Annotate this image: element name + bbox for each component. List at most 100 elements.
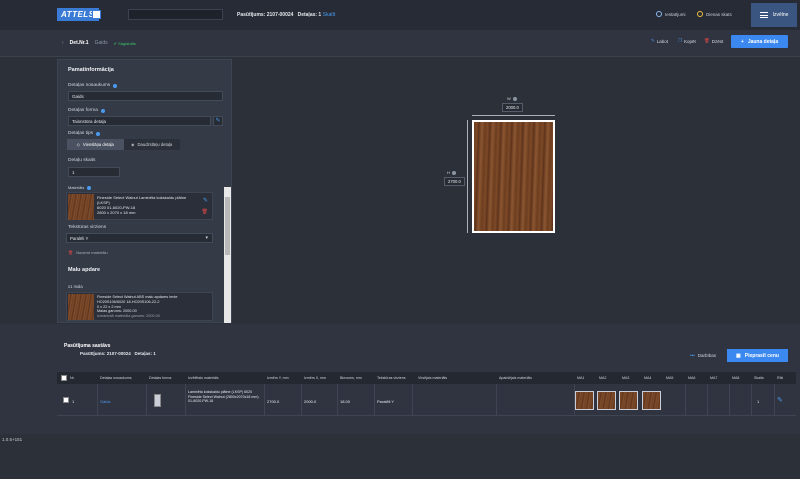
height-key: H	[447, 170, 456, 175]
day-view-label: Dienas skats	[706, 11, 732, 17]
edge-thumbnail	[68, 294, 94, 320]
hamburger-icon	[759, 12, 768, 18]
edit-row-icon[interactable]: ✎	[777, 396, 783, 404]
delete-material-icon[interactable]: 🗑	[202, 209, 208, 215]
col-ma5: MA5	[666, 376, 674, 380]
composition-title: Pasūtījuma sastāvs	[64, 343, 111, 349]
edit-form-icon[interactable]: ✎	[213, 116, 223, 126]
info-icon[interactable]	[100, 108, 105, 113]
edit-material-icon[interactable]: ✎	[203, 197, 208, 204]
info-icon[interactable]	[87, 185, 92, 190]
edge-card[interactable]: Fineside Select Walnut ABS malu apdares …	[66, 292, 213, 321]
logo-text: ATTELS	[61, 10, 95, 19]
copy-icon: ❐	[678, 38, 683, 43]
col-ma3: MA3	[622, 376, 630, 380]
form-label: Detaļas forma	[68, 108, 105, 113]
edge-side-label: x1 mala	[68, 284, 83, 289]
sun-icon	[697, 11, 703, 17]
select-all-checkbox[interactable]	[61, 375, 67, 381]
remove-material-link[interactable]: 🗑 Noņemt materiālu	[68, 250, 108, 255]
info-icon[interactable]	[96, 131, 101, 136]
breadcrumb-part: Gaids	[94, 40, 108, 46]
trash-icon: 🗑	[704, 38, 710, 43]
part-preview[interactable]	[472, 120, 555, 233]
pencil-icon: ✎	[651, 38, 655, 43]
layers-icon: ◈	[131, 142, 135, 147]
edge-text: Fineside Select Walnut ABS malu apdares …	[97, 295, 197, 319]
material-label-text: Materiāls	[68, 185, 85, 190]
col-tools: Rīki	[777, 376, 784, 380]
edge-ma2-thumbnail[interactable]	[597, 391, 616, 410]
day-view-button[interactable]: Dienas skats	[697, 11, 732, 17]
row-checkbox[interactable]	[63, 397, 69, 403]
col-divider	[185, 384, 186, 416]
delete-button[interactable]: 🗑 Dzēst	[704, 38, 723, 44]
edit-button[interactable]: ✎ Labot	[651, 38, 668, 44]
trash-icon: 🗑	[68, 250, 74, 255]
new-part-button[interactable]: + Jauna detaļa	[731, 35, 788, 48]
request-price-label: Pieprasīt cenu	[744, 352, 779, 359]
cell-nr: 1	[72, 399, 75, 404]
material-label: Materiāls	[68, 185, 92, 190]
material-size: 2800 x 2070 x 18 mm	[97, 210, 136, 215]
saved-status-label: Saglabāts	[118, 40, 136, 46]
copy-button[interactable]: ❐ Kopēt	[678, 38, 696, 44]
copy-label: Kopēt	[684, 38, 696, 44]
form-label-text: Detaļas forma	[68, 108, 98, 113]
col-divider	[707, 384, 708, 416]
col-divider	[374, 384, 375, 416]
chevron-down-icon: ▾	[205, 235, 208, 241]
col-form: Detaļas forma	[149, 376, 172, 380]
search-input[interactable]	[128, 9, 223, 20]
new-part-label: Jauna detaļa	[747, 38, 779, 45]
composition-sub: Pasūtījums: 2107-00024 Detaļas: 1	[80, 351, 156, 356]
part-name-input[interactable]: Gaids	[68, 91, 223, 101]
col-divider	[146, 384, 147, 416]
app-logo[interactable]: ATTELS	[57, 8, 101, 21]
type-label-text: Detaļas tips	[68, 131, 94, 136]
part-properties-panel: Pamatinformācija Detaļas nosaukums Gaids…	[57, 59, 232, 323]
part-count-input[interactable]: 1	[68, 167, 120, 177]
actions-dropdown[interactable]: ••• Darbības	[690, 353, 716, 358]
material-thumbnail	[68, 194, 94, 220]
col-divider	[264, 384, 265, 416]
height-dimension-line	[467, 120, 468, 233]
texture-direction-select[interactable]: Paralēli Y ▾	[66, 233, 213, 243]
col-divider	[685, 384, 686, 416]
col-divider	[97, 384, 98, 416]
count-label: Detaļu skaits	[68, 158, 95, 163]
settings-button[interactable]: Iestatījumi	[656, 11, 686, 17]
order-number: Pasūtījums: 2107-00024	[237, 12, 294, 18]
name-label-text: Detaļas nosaukums	[68, 83, 111, 88]
height-dimension[interactable]: 2700.0	[444, 177, 465, 186]
width-dimension[interactable]: 2000.0	[502, 103, 523, 112]
part-form-input[interactable]: Taisnstūra detaļa	[68, 116, 211, 126]
request-price-button[interactable]: ▦ Pieprasīt cenu	[727, 349, 788, 362]
info-icon	[451, 170, 456, 175]
view-parts-link[interactable]: Skatīt	[323, 12, 336, 18]
breadcrumb-current[interactable]: Det.Nr.1	[70, 40, 89, 46]
panel-scrollbar[interactable]	[224, 187, 231, 323]
edge-ma3-thumbnail[interactable]	[619, 391, 638, 410]
col-texture: Tekstūras virziens	[377, 376, 406, 380]
edge-ma1-thumbnail[interactable]	[575, 391, 594, 410]
multi-layer-option[interactable]: ◈ Daudzslāņu detaļa	[123, 139, 180, 150]
edge-ma4-thumbnail[interactable]	[642, 391, 661, 410]
order-info: Pasūtījums: 2107-00024 Detaļas: 1 Skatīt	[237, 12, 335, 18]
part-type-toggle[interactable]: ◇ Vienslāņa detaļa ◈ Daudzslāņu detaļa	[67, 139, 180, 150]
col-count: Skaits	[754, 376, 764, 380]
col-ma4: MA4	[644, 376, 652, 380]
menu-button[interactable]: Izvēlne	[751, 3, 797, 27]
material-card[interactable]: Fineside Select Walnut Laminēta kokskaid…	[66, 192, 213, 220]
col-divider	[729, 384, 730, 416]
cell-name-link[interactable]: Gaids	[100, 399, 110, 404]
scrollbar-thumb[interactable]	[225, 197, 230, 255]
col-divider	[412, 384, 413, 416]
single-layer-option[interactable]: ◇ Vienslāņa detaļa	[67, 139, 124, 150]
col-ma8: MA8	[732, 376, 740, 380]
info-icon[interactable]	[113, 83, 118, 88]
col-top-material: Virsējais materiāls	[418, 376, 448, 380]
back-chevron-icon[interactable]: ‹	[62, 40, 64, 46]
material-name: Fineside Select Walnut Laminēta kokskaid…	[97, 195, 187, 205]
col-material: Izvēlētais materiāls	[188, 376, 219, 380]
